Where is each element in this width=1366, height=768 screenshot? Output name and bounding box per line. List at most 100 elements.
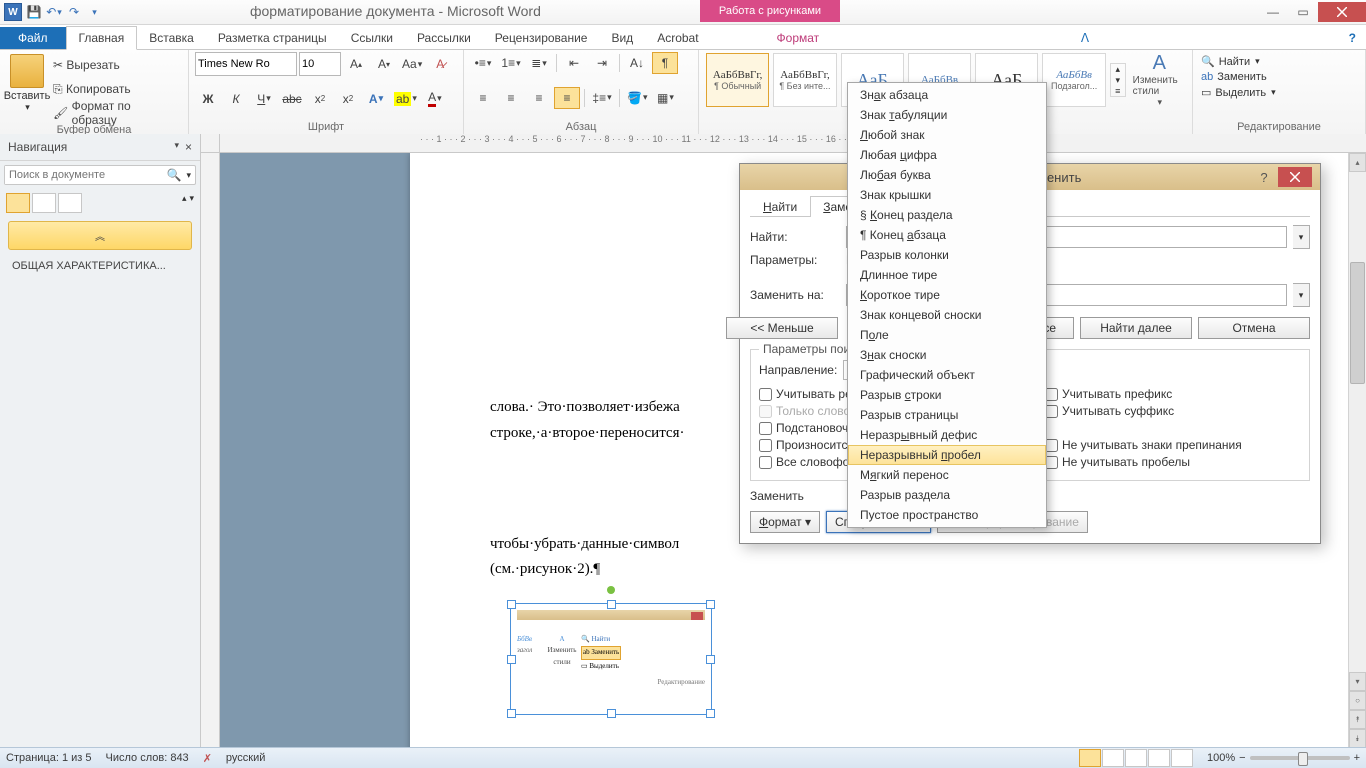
increase-indent-button[interactable]: ⇥ bbox=[589, 52, 615, 74]
style-tile[interactable]: АаБбВвПодзагол... bbox=[1042, 53, 1105, 107]
special-menu-item[interactable]: Графический объект bbox=[848, 365, 1046, 385]
nav-collapse-bar[interactable]: ︽ bbox=[8, 221, 192, 250]
redo-icon[interactable]: ↷ bbox=[66, 4, 82, 20]
replace-dropdown-icon[interactable]: ▾ bbox=[1293, 283, 1310, 307]
format-painter-button[interactable]: 🖌 Формат по образцу bbox=[50, 102, 182, 124]
special-menu-item[interactable]: Знак концевой сноски bbox=[848, 305, 1046, 325]
nav-view-headings[interactable] bbox=[6, 193, 30, 213]
special-menu-item[interactable]: Разрыв колонки bbox=[848, 245, 1046, 265]
nav-close-icon[interactable]: × bbox=[185, 140, 192, 154]
proofing-icon[interactable]: ✗ bbox=[203, 752, 212, 765]
outline-view[interactable] bbox=[1148, 749, 1170, 767]
help-icon[interactable]: ? bbox=[1339, 27, 1366, 49]
copy-button[interactable]: ⎘ Копировать bbox=[50, 78, 182, 100]
rotate-handle[interactable] bbox=[607, 586, 615, 594]
undo-icon[interactable]: ↶▾ bbox=[46, 4, 62, 20]
tab-mailings[interactable]: Рассылки bbox=[405, 27, 483, 49]
zoom-slider[interactable] bbox=[1250, 756, 1350, 760]
prev-page-icon[interactable]: ⯭ bbox=[1349, 710, 1366, 729]
justify-button[interactable]: ≡ bbox=[554, 87, 580, 109]
scroll-up-icon[interactable]: ▴ bbox=[1349, 153, 1366, 172]
special-menu-item[interactable]: Мягкий перенос bbox=[848, 465, 1046, 485]
style-tile[interactable]: АаБбВвГг,¶ Обычный bbox=[706, 53, 769, 107]
align-left-button[interactable]: ≡ bbox=[470, 87, 496, 109]
special-menu-item[interactable]: Разрыв раздела bbox=[848, 485, 1046, 505]
resize-handle[interactable] bbox=[507, 600, 516, 609]
special-menu-item[interactable]: Любой знак bbox=[848, 125, 1046, 145]
special-menu-item[interactable]: Короткое тире bbox=[848, 285, 1046, 305]
strike-button[interactable]: abc bbox=[279, 88, 305, 110]
zoom-in-button[interactable]: + bbox=[1354, 752, 1360, 764]
change-case-button[interactable]: Aa▾ bbox=[399, 53, 425, 75]
resize-handle[interactable] bbox=[706, 600, 715, 609]
align-right-button[interactable]: ≡ bbox=[526, 87, 552, 109]
shading-button[interactable]: 🪣▾ bbox=[624, 87, 650, 109]
font-color-button[interactable]: A▾ bbox=[422, 88, 448, 110]
nav-view-pages[interactable] bbox=[32, 193, 56, 213]
browse-object-icon[interactable]: ○ bbox=[1349, 691, 1366, 710]
sounds-like-checkbox[interactable] bbox=[759, 439, 772, 452]
tab-picture-format[interactable]: Формат bbox=[765, 27, 832, 49]
tab-find[interactable]: Найти bbox=[750, 196, 810, 217]
tab-file[interactable]: Файл bbox=[0, 27, 66, 49]
paste-button[interactable]: Вставить ▾ bbox=[6, 52, 48, 118]
special-menu-item[interactable]: Длинное тире bbox=[848, 265, 1046, 285]
tab-acrobat[interactable]: Acrobat bbox=[645, 27, 710, 49]
web-layout-view[interactable] bbox=[1125, 749, 1147, 767]
nav-menu-icon[interactable]: ▾ bbox=[174, 140, 179, 154]
bold-button[interactable]: Ж bbox=[195, 88, 221, 110]
special-menu-item[interactable]: Неразрывный дефис bbox=[848, 425, 1046, 445]
special-menu-item[interactable]: Пустое пространство bbox=[848, 505, 1046, 525]
replace-button[interactable]: abЗаменить bbox=[1199, 70, 1359, 84]
special-menu-item[interactable]: Разрыв страницы bbox=[848, 405, 1046, 425]
minimize-button[interactable]: — bbox=[1258, 2, 1288, 22]
borders-button[interactable]: ▦▾ bbox=[652, 87, 678, 109]
close-button[interactable] bbox=[1318, 2, 1366, 22]
cut-button[interactable]: ✂ Вырезать bbox=[50, 54, 182, 76]
font-size-combo[interactable] bbox=[299, 52, 341, 76]
search-icon[interactable]: 🔍 bbox=[163, 168, 186, 182]
resize-handle[interactable] bbox=[607, 709, 616, 718]
vertical-scrollbar[interactable]: ▴ ▾ ○ ⯭ ⯯ bbox=[1348, 153, 1366, 748]
scroll-down-icon[interactable]: ▾ bbox=[1349, 672, 1366, 691]
styles-more-button[interactable]: ▴▾≡ bbox=[1110, 63, 1126, 97]
dialog-help-icon[interactable]: ? bbox=[1254, 170, 1274, 185]
tab-home[interactable]: Главная bbox=[66, 26, 138, 50]
special-menu-item[interactable]: Знак табуляции bbox=[848, 105, 1046, 125]
nav-next-icon[interactable]: ▾ bbox=[189, 193, 194, 213]
special-menu-item[interactable]: Любая буква bbox=[848, 165, 1046, 185]
fullscreen-reading-view[interactable] bbox=[1102, 749, 1124, 767]
next-page-icon[interactable]: ⯯ bbox=[1349, 729, 1366, 748]
nav-view-results[interactable] bbox=[58, 193, 82, 213]
numbering-button[interactable]: 1≡▾ bbox=[498, 52, 524, 74]
maximize-button[interactable]: ▭ bbox=[1288, 2, 1318, 22]
search-input[interactable] bbox=[5, 166, 163, 184]
horizontal-ruler[interactable]: · · · 1 · · · 2 · · · 3 · · · 4 · · · 5 … bbox=[220, 134, 1366, 153]
zoom-level[interactable]: 100% bbox=[1207, 752, 1235, 764]
special-menu-item[interactable]: Знак сноски bbox=[848, 345, 1046, 365]
nav-prev-icon[interactable]: ▴ bbox=[182, 193, 187, 213]
special-menu-item[interactable]: Поле bbox=[848, 325, 1046, 345]
special-menu-item[interactable]: § Конец раздела bbox=[848, 205, 1046, 225]
sort-button[interactable]: A↓ bbox=[624, 52, 650, 74]
cancel-button[interactable]: Отмена bbox=[1198, 317, 1310, 339]
zoom-thumb[interactable] bbox=[1298, 752, 1308, 766]
status-language[interactable]: русский bbox=[226, 752, 265, 764]
special-menu-item[interactable]: Знак крышки bbox=[848, 185, 1046, 205]
less-button[interactable]: << Меньше bbox=[726, 317, 838, 339]
underline-button[interactable]: Ч▾ bbox=[251, 88, 277, 110]
word-forms-checkbox[interactable] bbox=[759, 456, 772, 469]
decrease-indent-button[interactable]: ⇤ bbox=[561, 52, 587, 74]
superscript-button[interactable]: x2 bbox=[335, 88, 361, 110]
font-name-combo[interactable] bbox=[195, 52, 297, 76]
bullets-button[interactable]: •≡▾ bbox=[470, 52, 496, 74]
find-next-button[interactable]: Найти далее bbox=[1080, 317, 1192, 339]
resize-handle[interactable] bbox=[607, 600, 616, 609]
subscript-button[interactable]: x2 bbox=[307, 88, 333, 110]
show-marks-button[interactable]: ¶ bbox=[652, 52, 678, 74]
qat-customize-icon[interactable]: ▾ bbox=[86, 4, 102, 20]
tab-insert[interactable]: Вставка bbox=[137, 27, 206, 49]
special-menu-item[interactable]: Любая цифра bbox=[848, 145, 1046, 165]
align-center-button[interactable]: ≡ bbox=[498, 87, 524, 109]
selected-picture[interactable]: БбВвзагол AИзменить стили 🔍 Найти ab Зам… bbox=[510, 603, 712, 715]
